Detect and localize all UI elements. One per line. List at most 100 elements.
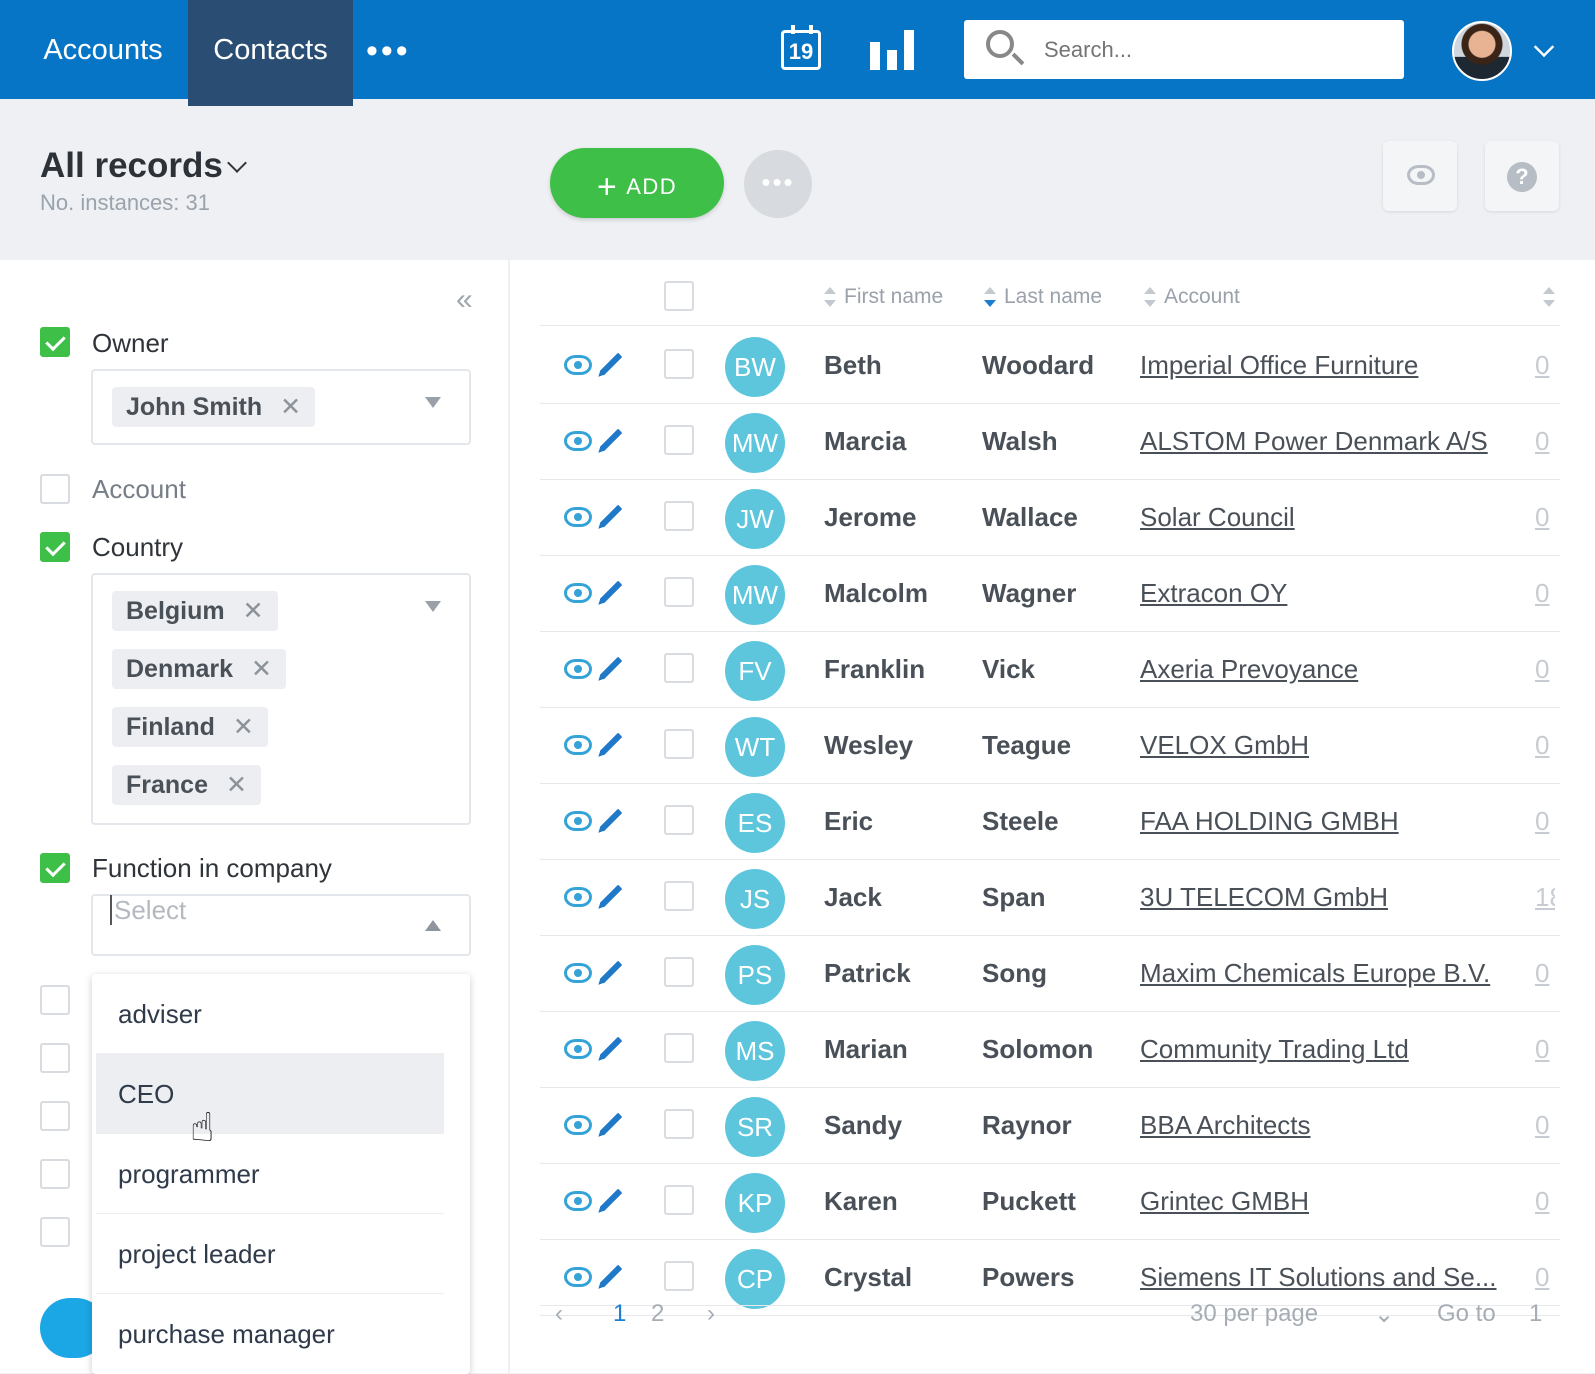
related-count-link[interactable]: 0 bbox=[1535, 1186, 1555, 1217]
table-row[interactable]: CP Crystal Powers Siemens IT Solutions and … bbox=[540, 1239, 1560, 1315]
edit-icon[interactable] bbox=[599, 884, 623, 908]
table-row[interactable]: MW Marcia Walsh ALSTOM Power Denmark A/S 0 bbox=[540, 403, 1560, 479]
row-checkbox[interactable] bbox=[664, 1261, 694, 1291]
edit-icon[interactable] bbox=[599, 580, 623, 604]
function-select-input[interactable]: Select bbox=[110, 895, 186, 925]
row-checkbox[interactable] bbox=[664, 349, 694, 379]
account-link[interactable]: Grintec GMBH bbox=[1140, 1186, 1309, 1217]
related-count-link[interactable]: 0 bbox=[1535, 350, 1555, 381]
account-link[interactable]: Siemens IT Solutions and Se... bbox=[1140, 1262, 1497, 1293]
view-icon[interactable] bbox=[564, 1191, 592, 1211]
account-link[interactable]: Extracon OY bbox=[1140, 578, 1287, 609]
related-count-link[interactable]: 0 bbox=[1535, 1110, 1555, 1141]
filter-checkbox[interactable] bbox=[40, 1159, 70, 1189]
view-icon[interactable] bbox=[564, 431, 592, 451]
edit-icon[interactable] bbox=[599, 1188, 623, 1212]
filter-checkbox[interactable] bbox=[40, 1101, 70, 1131]
related-count-link[interactable]: 0 bbox=[1535, 654, 1555, 685]
per-page-select[interactable]: 30 per page bbox=[1190, 1300, 1318, 1328]
related-count-link[interactable]: 0 bbox=[1535, 806, 1555, 837]
table-row[interactable]: PS Patrick Song Maxim Chemicals Europe B.V.… bbox=[540, 935, 1560, 1011]
bar-chart-icon[interactable] bbox=[870, 30, 916, 70]
table-row[interactable]: BW Beth Woodard Imperial Office Furniture 0 bbox=[540, 327, 1560, 403]
view-icon[interactable] bbox=[564, 1267, 592, 1287]
filter-checkbox[interactable] bbox=[40, 1217, 70, 1247]
table-row[interactable]: MS Marian Solomon Community Trading Ltd 0 bbox=[540, 1011, 1560, 1087]
related-count-link[interactable]: 0 bbox=[1535, 730, 1555, 761]
add-button[interactable]: + ADD bbox=[550, 148, 724, 218]
filter-checkbox[interactable] bbox=[40, 1043, 70, 1073]
table-row[interactable]: MW Malcolm Wagner Extracon OY 0 bbox=[540, 555, 1560, 631]
account-link[interactable]: BBA Architects bbox=[1140, 1110, 1311, 1141]
option-ceo[interactable]: CEO bbox=[96, 1054, 444, 1134]
view-button[interactable] bbox=[1383, 141, 1457, 211]
dropdown-arrow-icon[interactable] bbox=[425, 601, 441, 612]
page-2[interactable]: 2 bbox=[651, 1300, 664, 1328]
dropdown-arrow-up-icon[interactable] bbox=[425, 920, 441, 931]
option-project-leader[interactable]: project leader bbox=[96, 1214, 444, 1294]
account-checkbox[interactable] bbox=[40, 474, 70, 504]
table-row[interactable]: WT Wesley Teague VELOX GmbH 0 bbox=[540, 707, 1560, 783]
table-row[interactable]: ES Eric Steele FAA HOLDING GMBH 0 bbox=[540, 783, 1560, 859]
more-tabs-icon[interactable]: ••• bbox=[366, 34, 411, 68]
country-checkbox[interactable] bbox=[40, 532, 70, 562]
row-checkbox[interactable] bbox=[664, 501, 694, 531]
table-row[interactable]: KP Karen Puckett Grintec GMBH 0 bbox=[540, 1163, 1560, 1239]
related-count-link[interactable]: 0 bbox=[1535, 958, 1555, 989]
tab-contacts[interactable]: Contacts bbox=[188, 0, 353, 106]
related-count-link[interactable]: 0 bbox=[1535, 502, 1555, 533]
function-checkbox[interactable] bbox=[40, 853, 70, 883]
view-icon[interactable] bbox=[564, 811, 592, 831]
remove-tag-icon[interactable]: ✕ bbox=[251, 655, 272, 683]
edit-icon[interactable] bbox=[599, 352, 623, 376]
edit-icon[interactable] bbox=[599, 1036, 623, 1060]
page-1[interactable]: 1 bbox=[613, 1300, 626, 1328]
remove-tag-icon[interactable]: ✕ bbox=[280, 393, 301, 421]
view-icon[interactable] bbox=[564, 887, 592, 907]
view-icon[interactable] bbox=[564, 1115, 592, 1135]
row-checkbox[interactable] bbox=[664, 881, 694, 911]
owner-checkbox[interactable] bbox=[40, 327, 70, 357]
account-link[interactable]: Community Trading Ltd bbox=[1140, 1034, 1409, 1065]
search-input[interactable] bbox=[1044, 34, 1374, 66]
edit-icon[interactable] bbox=[599, 428, 623, 452]
related-count-link[interactable]: 18 bbox=[1535, 882, 1555, 913]
row-checkbox[interactable] bbox=[664, 957, 694, 987]
account-link[interactable]: ALSTOM Power Denmark A/S bbox=[1140, 426, 1488, 457]
collapse-sidebar-icon[interactable]: « bbox=[456, 285, 473, 315]
view-icon[interactable] bbox=[564, 659, 592, 679]
edit-icon[interactable] bbox=[599, 1264, 623, 1288]
related-count-link[interactable]: 0 bbox=[1535, 578, 1555, 609]
related-count-link[interactable]: 0 bbox=[1535, 1262, 1555, 1293]
row-checkbox[interactable] bbox=[664, 1109, 694, 1139]
row-checkbox[interactable] bbox=[664, 805, 694, 835]
account-link[interactable]: Imperial Office Furniture bbox=[1140, 350, 1418, 381]
related-count-link[interactable]: 0 bbox=[1535, 1034, 1555, 1065]
prev-page-button[interactable]: ‹ bbox=[555, 1300, 563, 1328]
account-link[interactable]: FAA HOLDING GMBH bbox=[1140, 806, 1399, 837]
option-adviser[interactable]: adviser bbox=[96, 974, 444, 1054]
remove-tag-icon[interactable]: ✕ bbox=[226, 771, 247, 799]
table-row[interactable]: JW Jerome Wallace Solar Council 0 bbox=[540, 479, 1560, 555]
account-link[interactable]: Maxim Chemicals Europe B.V. bbox=[1140, 958, 1490, 989]
view-icon[interactable] bbox=[564, 1039, 592, 1059]
table-row[interactable]: SR Sandy Raynor BBA Architects 0 bbox=[540, 1087, 1560, 1163]
column-last-name[interactable]: Last name bbox=[984, 283, 1102, 309]
tab-accounts[interactable]: Accounts bbox=[20, 0, 186, 106]
edit-icon[interactable] bbox=[599, 656, 623, 680]
help-button[interactable]: ? bbox=[1485, 141, 1559, 211]
goto-input[interactable]: 1 bbox=[1529, 1300, 1542, 1328]
option-programmer[interactable]: programmer bbox=[96, 1134, 444, 1214]
view-icon[interactable] bbox=[564, 583, 592, 603]
edit-icon[interactable] bbox=[599, 732, 623, 756]
row-checkbox[interactable] bbox=[664, 425, 694, 455]
column-more[interactable] bbox=[1543, 283, 1563, 309]
option-purchase-manager[interactable]: purchase manager bbox=[96, 1294, 444, 1374]
calendar-icon[interactable]: 19 bbox=[781, 25, 821, 70]
row-checkbox[interactable] bbox=[664, 1033, 694, 1063]
next-page-button[interactable]: › bbox=[707, 1300, 715, 1328]
account-link[interactable]: Axeria Prevoyance bbox=[1140, 654, 1358, 685]
remove-tag-icon[interactable]: ✕ bbox=[233, 713, 254, 741]
page-title[interactable]: All records bbox=[40, 146, 223, 186]
edit-icon[interactable] bbox=[599, 1112, 623, 1136]
